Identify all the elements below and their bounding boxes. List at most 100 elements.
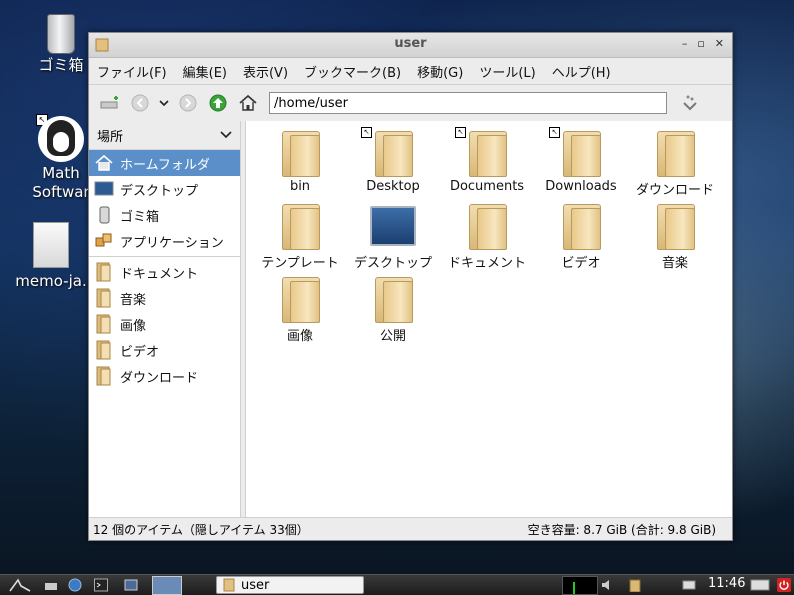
file-item-templates[interactable]: テンプレート bbox=[252, 202, 348, 271]
folder-icon bbox=[96, 366, 111, 386]
keyboard-layout-icon[interactable] bbox=[750, 578, 770, 592]
back-button[interactable] bbox=[127, 90, 153, 116]
file-manager-launcher-icon[interactable] bbox=[44, 578, 58, 592]
menu-bookmarks[interactable]: ブックマーク(B) bbox=[304, 62, 401, 81]
sidebar-item-documents[interactable]: ドキュメント bbox=[89, 259, 240, 285]
sidebar-item-videos[interactable]: ビデオ bbox=[89, 337, 240, 363]
file-label: Downloads bbox=[545, 179, 617, 194]
folder-icon bbox=[655, 202, 695, 250]
up-button[interactable] bbox=[205, 90, 231, 116]
history-dropdown[interactable] bbox=[157, 90, 171, 116]
file-item-music-ja[interactable]: 音楽 bbox=[627, 202, 723, 271]
close-button[interactable]: ✕ bbox=[715, 37, 724, 50]
home-icon bbox=[239, 94, 257, 111]
go-button[interactable] bbox=[677, 90, 703, 116]
places-sidebar: 場所 ホームフォルダ デスクトップ ゴミ箱 アプリケーション ドキュメント 音楽… bbox=[89, 121, 241, 518]
desktop-icon-label: Math Softwar bbox=[32, 164, 90, 201]
sidebar-item-downloads[interactable]: ダウンロード bbox=[89, 363, 240, 389]
applications-icon bbox=[95, 233, 112, 247]
sidebar-item-label: 音楽 bbox=[120, 292, 147, 308]
taskbar-panel: user 11:46 bbox=[0, 574, 794, 595]
file-item-documents-link[interactable]: ↖ Documents bbox=[439, 127, 535, 194]
file-item-bin[interactable]: bin bbox=[252, 129, 348, 194]
file-item-videos-ja[interactable]: ビデオ bbox=[533, 202, 629, 271]
desktop-pager[interactable] bbox=[152, 576, 182, 595]
network-icon[interactable] bbox=[682, 578, 696, 592]
chevron-down-icon bbox=[220, 131, 232, 139]
menu-go[interactable]: 移動(G) bbox=[417, 62, 463, 81]
file-item-desktop-link[interactable]: ↖ Desktop bbox=[345, 127, 441, 194]
file-manager-window: user – ▫ ✕ ファイル(F) 編集(E) 表示(V) ブックマーク(B)… bbox=[88, 32, 733, 541]
home-button[interactable] bbox=[235, 90, 261, 116]
volume-icon[interactable] bbox=[600, 578, 614, 592]
menu-edit[interactable]: 編集(E) bbox=[183, 62, 227, 81]
folder-icon bbox=[373, 275, 413, 323]
title-bar[interactable]: user – ▫ ✕ bbox=[89, 33, 732, 58]
file-item-downloads-link[interactable]: ↖ Downloads bbox=[533, 127, 629, 194]
jump-arrow-icon bbox=[683, 95, 697, 111]
sidebar-item-label: ダウンロード bbox=[120, 370, 199, 386]
sidebar-item-label: アプリケーション bbox=[120, 235, 224, 251]
forward-button[interactable] bbox=[175, 90, 201, 116]
forward-arrow-icon bbox=[179, 94, 197, 112]
folder-icon bbox=[280, 202, 320, 250]
menu-icon[interactable] bbox=[8, 578, 32, 592]
taskbar-window-button[interactable]: user bbox=[216, 576, 364, 594]
chevron-down-icon bbox=[159, 100, 169, 107]
menu-help[interactable]: ヘルプ(H) bbox=[552, 62, 611, 81]
sidebar-item-label: ドキュメント bbox=[120, 266, 199, 282]
file-label: ビデオ bbox=[561, 256, 601, 271]
sidebar-item-pictures[interactable]: 画像 bbox=[89, 311, 240, 337]
home-icon bbox=[95, 154, 113, 171]
file-label: Desktop bbox=[366, 179, 420, 194]
clock[interactable]: 11:46 bbox=[708, 576, 745, 591]
sidebar-header-label: 場所 bbox=[97, 129, 124, 145]
file-label: ドキュメント bbox=[447, 256, 526, 271]
sidebar-item-applications[interactable]: アプリケーション bbox=[89, 228, 240, 254]
minimize-button[interactable]: – bbox=[682, 37, 688, 50]
sidebar-item-label: ゴミ箱 bbox=[120, 209, 160, 225]
browser-launcher-icon[interactable] bbox=[68, 578, 82, 592]
menu-file[interactable]: ファイル(F) bbox=[97, 62, 167, 81]
folder-icon bbox=[655, 129, 695, 177]
file-label: 音楽 bbox=[661, 256, 688, 271]
sidebar-item-home[interactable]: ホームフォルダ bbox=[89, 150, 240, 176]
sidebar-item-desktop[interactable]: デスクトップ bbox=[89, 176, 240, 202]
back-arrow-icon bbox=[131, 94, 149, 112]
clipboard-icon[interactable] bbox=[628, 578, 642, 592]
file-view[interactable]: bin ↖ Desktop ↖ Documents ↖ Downloads ダウ… bbox=[246, 121, 732, 518]
symlink-badge-icon: ↖ bbox=[549, 127, 560, 138]
taskbar-window-label: user bbox=[241, 577, 270, 593]
status-bar: 12 個のアイテム（隠しアイテム 33個） 空き容量: 8.7 GiB (合計:… bbox=[89, 517, 732, 540]
item-count-status: 12 個のアイテム（隠しアイテム 33個） bbox=[93, 522, 309, 537]
file-item-documents-ja[interactable]: ドキュメント bbox=[439, 202, 535, 271]
desktop-icon-memo[interactable]: memo-ja. bbox=[6, 222, 96, 291]
folder-icon bbox=[467, 202, 507, 250]
file-item-downloads-ja[interactable]: ダウンロード bbox=[627, 129, 723, 198]
new-tab-button[interactable] bbox=[97, 90, 123, 116]
sidebar-item-music[interactable]: 音楽 bbox=[89, 285, 240, 311]
path-input[interactable] bbox=[269, 92, 667, 114]
file-item-public-ja[interactable]: 公開 bbox=[345, 275, 441, 344]
file-label: 画像 bbox=[286, 329, 313, 344]
cpu-monitor bbox=[562, 576, 598, 595]
folder-icon bbox=[223, 578, 235, 592]
file-item-pictures-ja[interactable]: 画像 bbox=[252, 275, 348, 344]
document-icon bbox=[33, 222, 69, 268]
sidebar-divider bbox=[89, 256, 240, 257]
symlink-badge-icon: ↖ bbox=[455, 127, 466, 138]
maximize-button[interactable]: ▫ bbox=[697, 37, 704, 50]
terminal-launcher-icon[interactable] bbox=[94, 578, 108, 592]
folder-icon bbox=[561, 202, 601, 250]
menu-tools[interactable]: ツール(L) bbox=[479, 62, 535, 81]
window-switcher-icon[interactable] bbox=[124, 578, 138, 592]
menu-view[interactable]: 表示(V) bbox=[243, 62, 288, 81]
sidebar-item-trash[interactable]: ゴミ箱 bbox=[89, 202, 240, 228]
file-label: 公開 bbox=[379, 329, 406, 344]
places-dropdown[interactable]: 場所 bbox=[89, 121, 240, 150]
file-label: Documents bbox=[449, 179, 525, 194]
file-item-desktop-ja[interactable]: デスクトップ bbox=[345, 202, 441, 271]
folder-icon bbox=[280, 129, 320, 177]
power-icon[interactable] bbox=[776, 578, 792, 592]
sidebar-item-label: ビデオ bbox=[120, 344, 160, 360]
